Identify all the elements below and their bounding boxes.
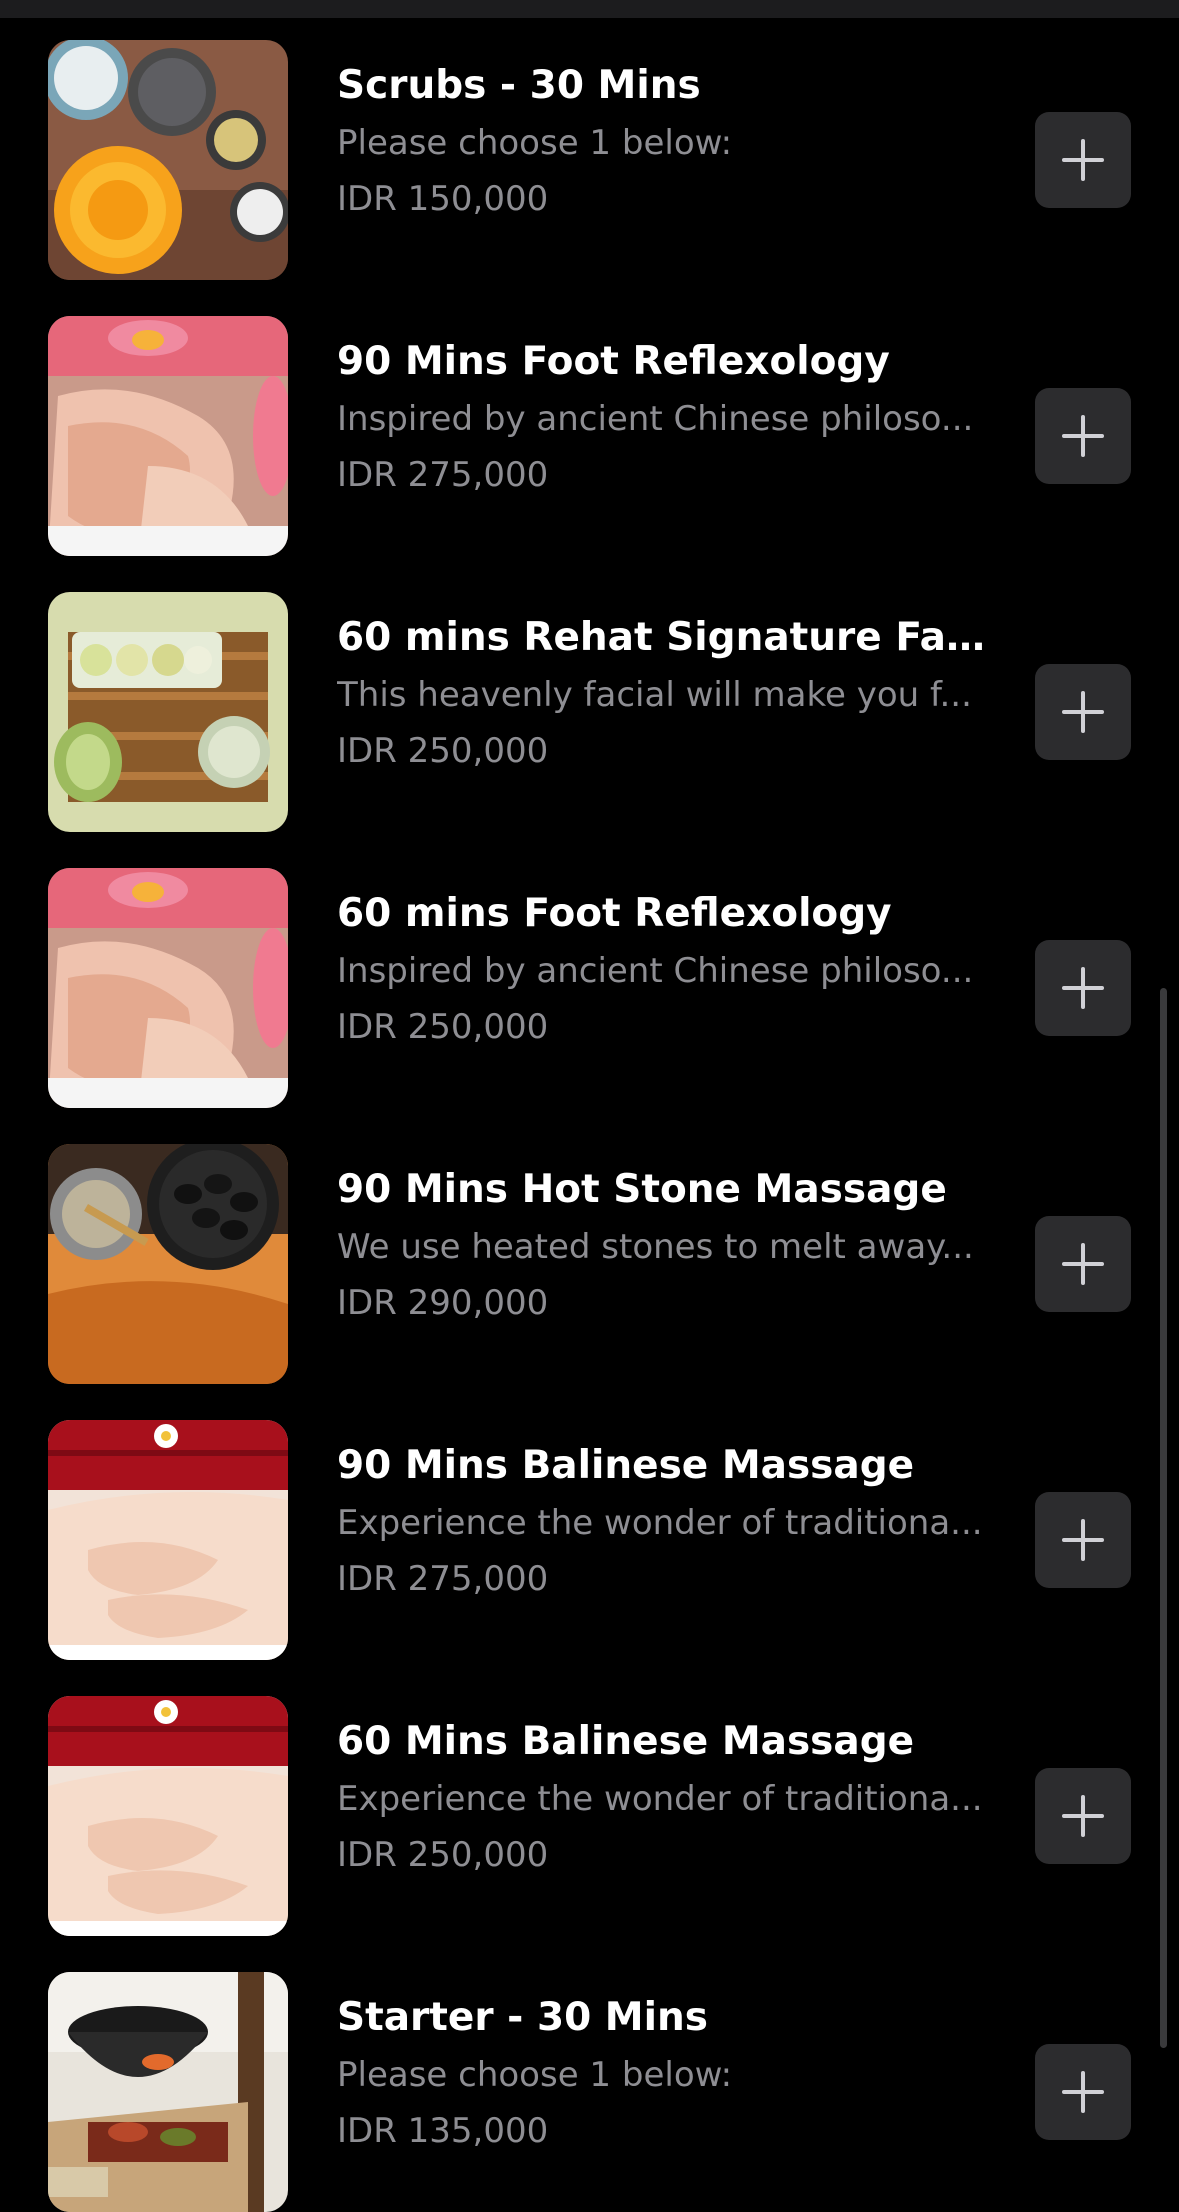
scrubs-bowls-image xyxy=(48,40,288,280)
add-to-cart-button[interactable] xyxy=(1035,388,1131,484)
menu-item[interactable]: Scrubs - 30 Mins Please choose 1 below: … xyxy=(0,0,1179,280)
plus-icon xyxy=(1062,1519,1104,1561)
foot-reflexology-thumbnail xyxy=(48,316,288,556)
item-title: 90 Mins Balinese Massage xyxy=(337,1443,915,1488)
item-title: 90 Mins Hot Stone Massage xyxy=(337,1167,947,1212)
add-to-cart-button[interactable] xyxy=(1035,664,1131,760)
plus-icon xyxy=(1062,1243,1104,1285)
foot-massage-image xyxy=(48,868,288,1108)
plus-icon xyxy=(1062,139,1104,181)
item-title: 60 mins Rehat Signature Facial xyxy=(337,615,987,660)
back-massage-image xyxy=(48,1420,288,1660)
add-to-cart-button[interactable] xyxy=(1035,1768,1131,1864)
hot-stones-image xyxy=(48,1144,288,1384)
add-to-cart-button[interactable] xyxy=(1035,2044,1131,2140)
item-description: We use heated stones to melt away... xyxy=(337,1227,974,1267)
menu-item[interactable]: 90 Mins Balinese Massage Experience the … xyxy=(0,1380,1179,1660)
scrubs-thumbnail xyxy=(48,40,288,280)
item-price: IDR 150,000 xyxy=(337,179,549,219)
item-price: IDR 290,000 xyxy=(337,1283,549,1323)
item-price: IDR 275,000 xyxy=(337,455,549,495)
item-description: Inspired by ancient Chinese philoso... xyxy=(337,399,974,439)
menu-item[interactable]: 90 Mins Hot Stone Massage We use heated … xyxy=(0,1104,1179,1384)
back-massage-image xyxy=(48,1696,288,1936)
facial-tray-image xyxy=(48,592,288,832)
plus-icon xyxy=(1062,415,1104,457)
plus-icon xyxy=(1062,2071,1104,2113)
starter-bowl-image xyxy=(48,1972,288,2212)
add-to-cart-button[interactable] xyxy=(1035,1216,1131,1312)
item-price: IDR 135,000 xyxy=(337,2111,549,2151)
foot-reflexology-thumbnail xyxy=(48,868,288,1108)
item-title: 90 Mins Foot Reflexology xyxy=(337,339,890,384)
vertical-scrollbar[interactable] xyxy=(1160,988,1167,2048)
item-title: Scrubs - 30 Mins xyxy=(337,63,701,108)
menu-item[interactable]: 60 mins Rehat Signature Facial This heav… xyxy=(0,552,1179,832)
add-to-cart-button[interactable] xyxy=(1035,1492,1131,1588)
item-description: Please choose 1 below: xyxy=(337,2055,733,2095)
menu-item[interactable]: 90 Mins Foot Reflexology Inspired by anc… xyxy=(0,276,1179,556)
item-title: 60 Mins Balinese Massage xyxy=(337,1719,915,1764)
add-to-cart-button[interactable] xyxy=(1035,112,1131,208)
item-description: This heavenly facial will make you f... xyxy=(337,675,972,715)
plus-icon xyxy=(1062,691,1104,733)
item-price: IDR 275,000 xyxy=(337,1559,549,1599)
item-description: Experience the wonder of traditiona... xyxy=(337,1503,983,1543)
item-title: Starter - 30 Mins xyxy=(337,1995,708,2040)
starter-thumbnail xyxy=(48,1972,288,2212)
balinese-massage-thumbnail xyxy=(48,1696,288,1936)
item-price: IDR 250,000 xyxy=(337,731,549,771)
menu-item[interactable]: 60 mins Foot Reflexology Inspired by anc… xyxy=(0,828,1179,1108)
add-to-cart-button[interactable] xyxy=(1035,940,1131,1036)
menu-item[interactable]: Starter - 30 Mins Please choose 1 below:… xyxy=(0,1932,1179,2212)
item-price: IDR 250,000 xyxy=(337,1835,549,1875)
foot-massage-image xyxy=(48,316,288,556)
menu-item[interactable]: 60 Mins Balinese Massage Experience the … xyxy=(0,1656,1179,1936)
balinese-massage-thumbnail xyxy=(48,1420,288,1660)
plus-icon xyxy=(1062,1795,1104,1837)
facial-thumbnail xyxy=(48,592,288,832)
plus-icon xyxy=(1062,967,1104,1009)
item-description: Experience the wonder of traditiona... xyxy=(337,1779,983,1819)
item-description: Inspired by ancient Chinese philoso... xyxy=(337,951,974,991)
hot-stone-thumbnail xyxy=(48,1144,288,1384)
item-price: IDR 250,000 xyxy=(337,1007,549,1047)
item-title: 60 mins Foot Reflexology xyxy=(337,891,892,936)
item-description: Please choose 1 below: xyxy=(337,123,733,163)
menu-item-list[interactable]: Scrubs - 30 Mins Please choose 1 below: … xyxy=(0,0,1179,2212)
